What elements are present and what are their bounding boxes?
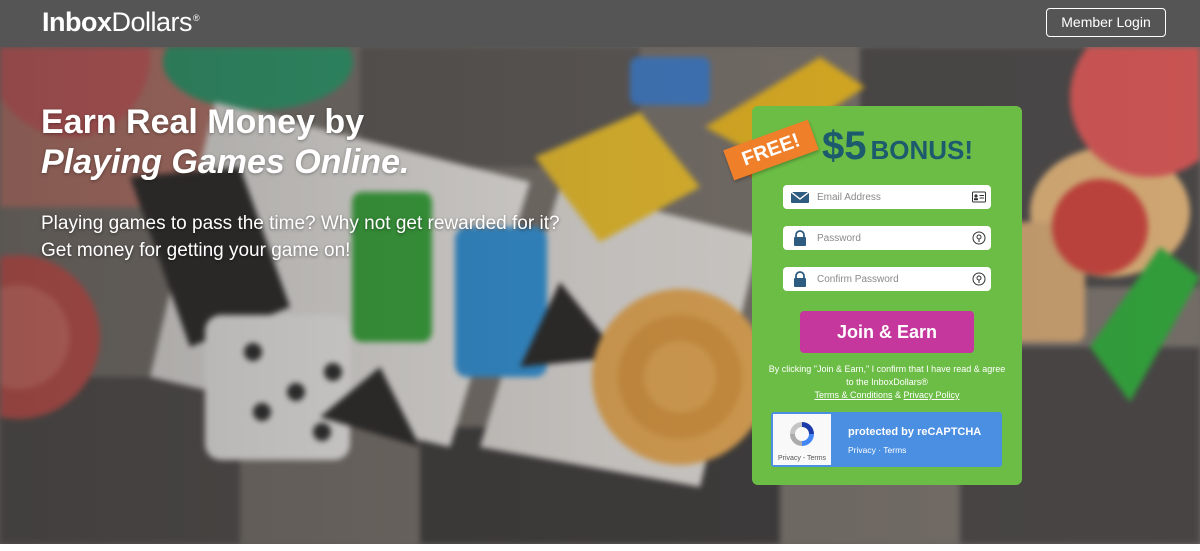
email-field[interactable] bbox=[783, 185, 991, 209]
legal-consent-text: By clicking "Join & Earn," I confirm tha… bbox=[764, 363, 1010, 402]
recaptcha-logo: Privacy - Terms bbox=[773, 414, 831, 465]
headline-line-1: Earn Real Money by bbox=[41, 103, 365, 141]
confirm-password-field[interactable] bbox=[783, 267, 991, 291]
member-login-button[interactable]: Member Login bbox=[1046, 8, 1166, 37]
top-navigation-bar: InboxDollars® Member Login bbox=[0, 0, 1200, 47]
logo-registered-mark: ® bbox=[193, 13, 200, 23]
hero-headline: Earn Real Money by Playing Games Online. bbox=[41, 102, 409, 182]
recaptcha-icon bbox=[790, 422, 814, 446]
confirm-password-input[interactable] bbox=[817, 267, 967, 291]
join-and-earn-button[interactable]: Join & Earn bbox=[800, 311, 974, 353]
eye-icon[interactable] bbox=[972, 272, 986, 286]
logo-text-bold: Inbox bbox=[42, 7, 112, 37]
password-field[interactable] bbox=[783, 226, 991, 250]
lock-icon bbox=[794, 230, 806, 246]
terms-link[interactable]: Terms & Conditions bbox=[814, 390, 892, 400]
eye-icon[interactable] bbox=[972, 231, 986, 245]
legal-ampersand: & bbox=[895, 390, 902, 400]
signup-card: FREE! $5 BONUS! Email Address Join & Ear… bbox=[723, 106, 1022, 485]
recaptcha-title: protected by reCAPTCHA bbox=[848, 426, 982, 438]
password-input[interactable] bbox=[817, 226, 967, 250]
inboxdollars-logo[interactable]: InboxDollars® bbox=[42, 7, 200, 38]
logo-text-regular: Dollars bbox=[111, 7, 193, 37]
hero-subtext: Playing games to pass the time? Why not … bbox=[41, 210, 560, 264]
email-input[interactable] bbox=[817, 185, 967, 209]
privacy-policy-link[interactable]: Privacy Policy bbox=[904, 390, 960, 400]
subtext-line-2: Get money for getting your game on! bbox=[41, 240, 351, 261]
recaptcha-privacy-terms-links[interactable]: Privacy · Terms bbox=[848, 445, 906, 455]
bonus-amount: $5 bbox=[822, 124, 867, 168]
headline-line-2: Playing Games Online. bbox=[41, 143, 410, 181]
envelope-icon bbox=[790, 191, 810, 203]
bonus-label: BONUS! bbox=[870, 135, 974, 165]
bonus-heading: $5 BONUS! bbox=[822, 124, 973, 169]
recaptcha-logo-links[interactable]: Privacy - Terms bbox=[773, 455, 831, 462]
subtext-line-1: Playing games to pass the time? Why not … bbox=[41, 213, 560, 234]
hero-section: Earn Real Money by Playing Games Online.… bbox=[0, 47, 1200, 544]
page-bottom-strip bbox=[0, 544, 1200, 551]
contact-card-icon[interactable] bbox=[972, 190, 986, 204]
legal-text: By clicking "Join & Earn," I confirm tha… bbox=[768, 364, 1006, 387]
lock-icon bbox=[794, 271, 806, 287]
recaptcha-badge: Privacy - Terms protected by reCAPTCHA P… bbox=[771, 412, 1002, 467]
